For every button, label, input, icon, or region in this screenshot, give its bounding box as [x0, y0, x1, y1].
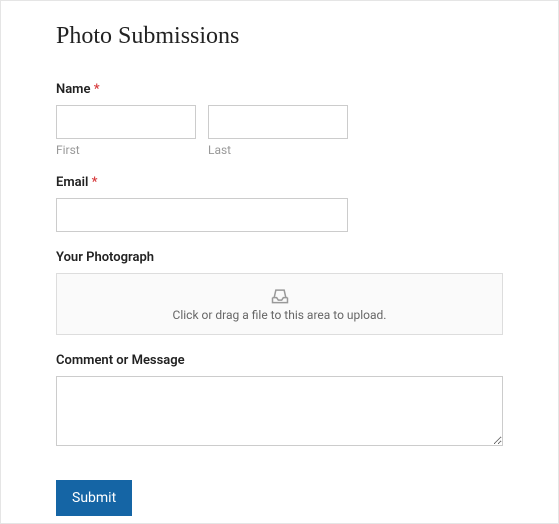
email-label: Email * — [56, 175, 503, 190]
inbox-icon — [270, 287, 290, 305]
first-name-sublabel: First — [56, 143, 196, 157]
last-name-col: Last — [208, 105, 348, 157]
submit-button[interactable]: Submit — [56, 480, 132, 516]
email-input[interactable] — [56, 198, 348, 232]
name-label: Name * — [56, 82, 503, 97]
email-field-group: Email * — [56, 175, 503, 232]
email-required-mark: * — [92, 175, 98, 190]
name-required-mark: * — [94, 82, 100, 97]
form-container: Photo Submissions Name * First Last Emai… — [0, 0, 559, 524]
first-name-col: First — [56, 105, 196, 157]
last-name-input[interactable] — [208, 105, 348, 139]
name-label-text: Name — [56, 82, 90, 97]
comment-field-group: Comment or Message — [56, 353, 503, 450]
last-name-sublabel: Last — [208, 143, 348, 157]
photograph-field-group: Your Photograph Click or drag a file to … — [56, 250, 503, 335]
comment-textarea[interactable] — [56, 376, 503, 446]
upload-text: Click or drag a file to this area to upl… — [173, 308, 387, 322]
comment-label: Comment or Message — [56, 353, 503, 368]
upload-dropzone[interactable]: Click or drag a file to this area to upl… — [56, 273, 503, 335]
photograph-label: Your Photograph — [56, 250, 503, 265]
page-title: Photo Submissions — [56, 23, 503, 50]
name-field-group: Name * First Last — [56, 82, 503, 157]
name-row: First Last — [56, 105, 503, 157]
email-label-text: Email — [56, 175, 88, 190]
first-name-input[interactable] — [56, 105, 196, 139]
